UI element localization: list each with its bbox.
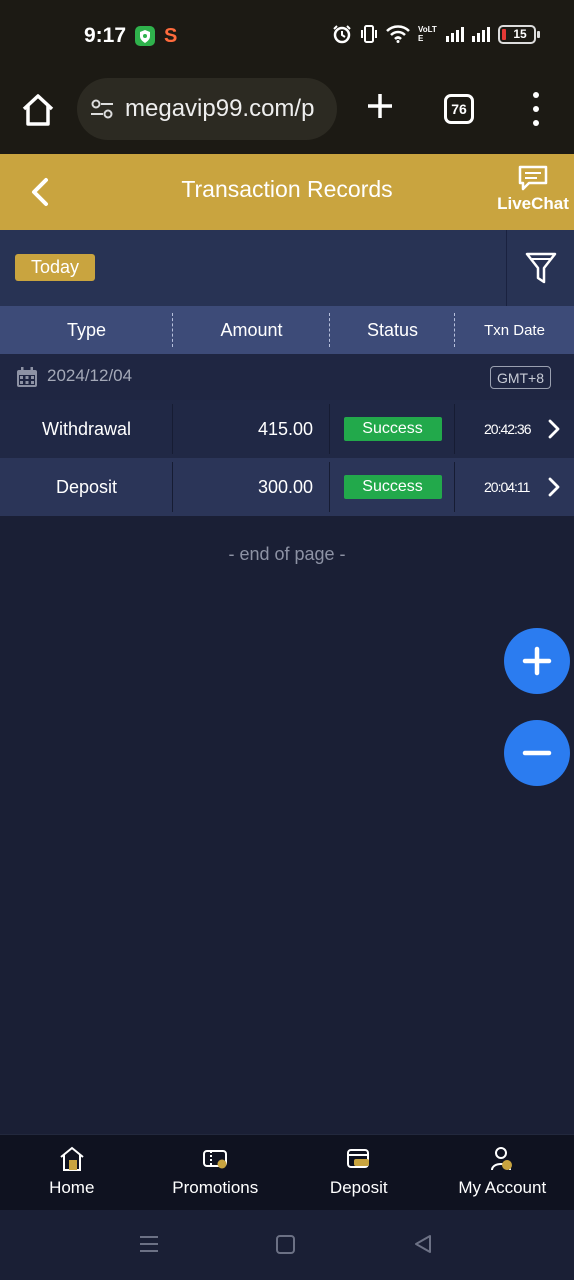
volte-label: VoLTE [418, 25, 437, 43]
battery-level: 15 [513, 27, 527, 41]
url-bar[interactable]: megavip99.com/p [77, 78, 337, 140]
status-time: 9:17 [84, 24, 127, 47]
filter-funnel-icon[interactable] [524, 250, 558, 286]
row-amount: 415.00 [173, 400, 330, 458]
bottom-navigation: Home Promotions Deposit My Account [0, 1134, 574, 1210]
signal-icon [446, 26, 464, 42]
page-title: Transaction Records [181, 176, 393, 202]
chevron-right-icon[interactable] [548, 477, 560, 497]
status-badge: Success [343, 417, 442, 441]
chevron-right-icon[interactable] [548, 419, 560, 439]
filter-bar: Today [0, 230, 574, 306]
column-header-amount: Amount [173, 306, 330, 354]
system-navigation-bar [0, 1210, 574, 1280]
nav-my-account[interactable]: My Account [431, 1135, 574, 1210]
browser-menu-icon[interactable] [530, 92, 542, 126]
table-row[interactable]: Deposit 300.00 Success 20:04:11 [0, 458, 574, 516]
end-of-page-label: - end of page - [228, 544, 346, 564]
row-type: Deposit [0, 458, 173, 516]
plus-icon [522, 646, 552, 676]
status-badge: Success [343, 475, 442, 499]
promotions-icon [203, 1150, 228, 1169]
divider [506, 230, 507, 306]
app-s-icon: S [164, 25, 178, 47]
column-header-status: Status [330, 306, 455, 354]
today-filter-button[interactable]: Today [15, 254, 95, 281]
chat-bubble-icon [518, 165, 548, 191]
site-settings-icon[interactable] [89, 96, 115, 122]
timezone-badge: GMT+8 [490, 366, 551, 389]
url-text[interactable]: megavip99.com/p [125, 95, 314, 123]
vpn-shield-icon [135, 26, 155, 46]
status-bar: 9:17 S VoLTE 15 [0, 0, 574, 74]
recent-apps-icon[interactable] [139, 1234, 159, 1254]
nav-home[interactable]: Home [0, 1135, 144, 1210]
system-back-icon[interactable] [413, 1234, 433, 1254]
alarm-icon [333, 25, 351, 44]
group-date: 2024/12/04 [47, 366, 133, 385]
row-amount: 300.00 [173, 458, 330, 516]
app-header: Transaction Records LiveChat [0, 154, 574, 230]
date-group-header: 2024/12/04 GMT+8 [0, 354, 574, 400]
tab-switcher-button[interactable]: 76 [444, 94, 474, 124]
nav-label: Promotions [172, 1178, 259, 1197]
wifi-icon [386, 25, 410, 43]
calendar-icon [17, 367, 37, 387]
livechat-button[interactable]: LiveChat [496, 164, 570, 214]
row-status-cell: Success [330, 458, 455, 516]
row-status-cell: Success [330, 400, 455, 458]
zoom-in-button[interactable] [504, 628, 570, 694]
minus-icon [522, 750, 552, 756]
nav-deposit[interactable]: Deposit [287, 1135, 431, 1210]
nav-label: Home [49, 1178, 95, 1197]
home-icon [60, 1146, 84, 1171]
signal-2-icon [472, 26, 490, 42]
nav-label: Deposit [329, 1178, 388, 1197]
livechat-label: LiveChat [497, 194, 569, 213]
status-icons: VoLTE 15 [332, 24, 540, 44]
nav-promotions[interactable]: Promotions [144, 1135, 288, 1210]
browser-toolbar: megavip99.com/p 76 [0, 74, 574, 154]
column-header-type: Type [0, 306, 173, 354]
table-header: Type Amount Status Txn Date [0, 306, 574, 354]
nav-label: My Account [458, 1178, 547, 1197]
system-home-icon[interactable] [276, 1235, 295, 1254]
table-row[interactable]: Withdrawal 415.00 Success 20:42:36 [0, 400, 574, 458]
column-header-txn-date: Txn Date [484, 321, 545, 339]
tab-count: 76 [451, 101, 467, 117]
new-tab-icon[interactable] [364, 90, 396, 122]
row-type: Withdrawal [0, 400, 173, 458]
zoom-out-button[interactable] [504, 720, 570, 786]
vibrate-icon [361, 25, 377, 43]
deposit-icon [346, 1149, 369, 1168]
browser-home-icon[interactable] [20, 92, 56, 128]
account-icon [491, 1147, 513, 1171]
battery-icon: 15 [498, 24, 540, 44]
